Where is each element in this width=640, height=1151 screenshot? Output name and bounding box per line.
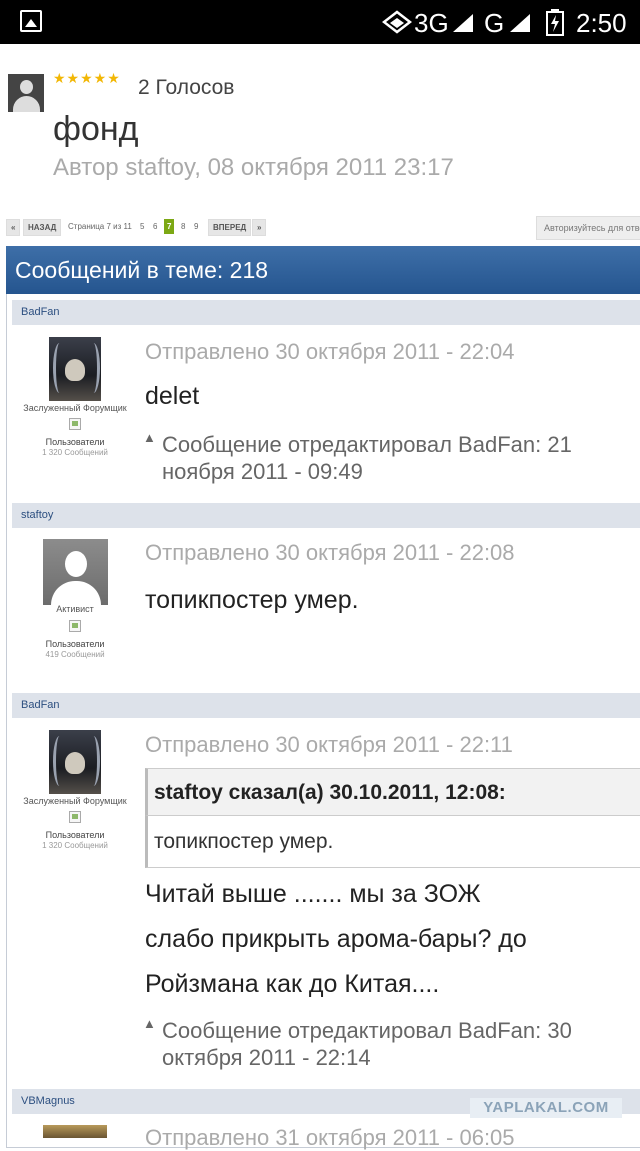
wifi-data-icon [382, 10, 412, 34]
edit-note-line: ноября 2011 - 09:49 [162, 459, 363, 484]
pagination-last-button[interactable]: » [252, 219, 267, 236]
warning-icon: ▲ [143, 430, 156, 445]
network2-label: G [484, 8, 505, 38]
pagination-page-6[interactable]: 6 [153, 219, 157, 234]
clock: 2:50 [576, 8, 627, 38]
post-date: Отправлено 30 октября 2011 - 22:11 [145, 732, 513, 757]
avatar[interactable] [43, 539, 108, 605]
signal2-icon [510, 14, 530, 32]
group-icon [69, 620, 81, 632]
post-count: 1 320 Сообщений [42, 841, 108, 850]
post-text-line: Читай выше ....... мы за ЗОЖ [145, 880, 481, 908]
avatar[interactable] [49, 730, 101, 794]
user-group: Пользователи [45, 437, 105, 447]
pagination-page-5[interactable]: 5 [140, 219, 144, 234]
rating-stars[interactable]: ★★★★★ [53, 70, 121, 87]
signal-icon [453, 14, 473, 32]
topic-author-avatar[interactable] [8, 74, 44, 112]
avatar[interactable] [43, 1125, 107, 1138]
quote-header: staftoy сказал(а) 30.10.2011, 12:08: [145, 768, 640, 816]
user-rank: Заслуженный Форумщик [23, 796, 127, 806]
post-text-line: Ройзмана как до Китая.... [145, 970, 440, 998]
gallery-icon [20, 10, 42, 32]
post-count: 419 Сообщений [45, 650, 105, 659]
post-author-bar[interactable]: BadFan [12, 300, 640, 325]
thread-header: Сообщений в теме: 218 [6, 246, 640, 294]
user-rank: Активист [56, 604, 94, 614]
watermark: YAPLAKAL.COM [470, 1098, 622, 1118]
pagination-page-label: Страница 7 из 11 [68, 222, 132, 231]
edit-note-line: октября 2011 - 22:14 [162, 1045, 371, 1070]
status-bar: 3G G 2:50 [0, 0, 640, 44]
quote-text: топикпостер умер. [145, 816, 640, 868]
pagination-page-current[interactable]: 7 [164, 219, 175, 234]
post-text: топикпостер умер. [145, 586, 359, 614]
avatar[interactable] [49, 337, 101, 401]
pagination-back-button[interactable]: НАЗАД [23, 219, 62, 236]
post-date: Отправлено 31 октября 2011 - 06:05 [145, 1125, 515, 1150]
edit-note: Сообщение отредактировал BadFan: 21 нояб… [162, 431, 632, 485]
group-icon [69, 418, 81, 430]
pagination-page-8[interactable]: 8 [181, 219, 185, 234]
post-text: delet [145, 382, 200, 410]
warning-icon: ▲ [143, 1016, 156, 1031]
user-group: Пользователи [45, 639, 105, 649]
topic-title: фонд [53, 110, 139, 148]
pagination-forward-button[interactable]: ВПЕРЕД [208, 219, 252, 236]
pagination-first-button[interactable]: « [6, 219, 21, 236]
post-author-bar[interactable]: BadFan [12, 693, 640, 718]
user-group: Пользователи [45, 830, 105, 840]
votes-count: 2 Голосов [138, 76, 235, 99]
group-icon [69, 811, 81, 823]
post-author-bar[interactable]: staftoy [12, 503, 640, 528]
post-text: Читай выше ....... мы за ЗОЖ слабо прикр… [145, 872, 615, 1007]
edit-note: Сообщение отредактировал BadFan: 30 октя… [162, 1017, 632, 1071]
edit-note-line: Сообщение отредактировал BadFan: 21 [162, 432, 572, 457]
post-date: Отправлено 30 октября 2011 - 22:08 [145, 540, 515, 565]
user-rank: Заслуженный Форумщик [23, 403, 127, 413]
login-to-reply-button[interactable]: Авторизуйтесь для ответа [536, 216, 640, 240]
edit-note-line: Сообщение отредактировал BadFan: 30 [162, 1018, 572, 1043]
battery-icon [546, 9, 564, 36]
network-label: 3G [414, 8, 449, 38]
topic-author-line: Автор staftoy, 08 октября 2011 23:17 [53, 154, 454, 181]
pagination-page-9[interactable]: 9 [194, 219, 198, 234]
post-count: 1 320 Сообщений [42, 448, 108, 457]
post-text-line: слабо прикрыть арома-бары? до [145, 925, 527, 953]
post-date: Отправлено 30 октября 2011 - 22:04 [145, 339, 515, 364]
